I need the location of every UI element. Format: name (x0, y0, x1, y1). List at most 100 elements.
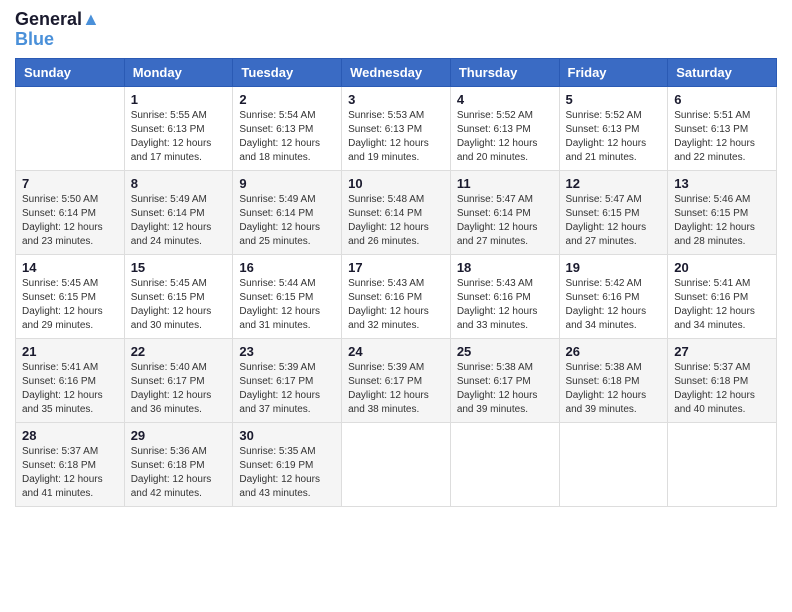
day-info: Sunrise: 5:45 AM Sunset: 6:15 PM Dayligh… (22, 277, 118, 333)
day-info: Sunrise: 5:41 AM Sunset: 6:16 PM Dayligh… (22, 361, 118, 417)
day-number: 4 (457, 92, 553, 107)
day-number: 7 (22, 176, 118, 191)
calendar-header-sunday: Sunday (16, 58, 125, 86)
day-info: Sunrise: 5:47 AM Sunset: 6:14 PM Dayligh… (457, 193, 553, 249)
day-number: 9 (239, 176, 335, 191)
logo-text-general: General▲ (15, 10, 100, 30)
day-number: 12 (566, 176, 662, 191)
calendar-cell: 28 Sunrise: 5:37 AM Sunset: 6:18 PM Dayli… (16, 422, 125, 506)
calendar-header-monday: Monday (124, 58, 233, 86)
day-number: 16 (239, 260, 335, 275)
calendar-cell: 26 Sunrise: 5:38 AM Sunset: 6:18 PM Dayli… (559, 338, 668, 422)
day-info: Sunrise: 5:49 AM Sunset: 6:14 PM Dayligh… (131, 193, 227, 249)
day-info: Sunrise: 5:49 AM Sunset: 6:14 PM Dayligh… (239, 193, 335, 249)
day-number: 6 (674, 92, 770, 107)
calendar-table: SundayMondayTuesdayWednesdayThursdayFrid… (15, 58, 777, 507)
calendar-week-row: 28 Sunrise: 5:37 AM Sunset: 6:18 PM Dayli… (16, 422, 777, 506)
day-info: Sunrise: 5:50 AM Sunset: 6:14 PM Dayligh… (22, 193, 118, 249)
day-number: 15 (131, 260, 227, 275)
calendar-cell: 23Sunrise: 5:39 AM Sunset: 6:17 PM Dayli… (233, 338, 342, 422)
calendar-cell: 25Sunrise: 5:38 AM Sunset: 6:17 PM Dayli… (450, 338, 559, 422)
calendar-cell: 4 Sunrise: 5:52 AM Sunset: 6:13 PM Daylig… (450, 86, 559, 170)
day-info: Sunrise: 5:45 AM Sunset: 6:15 PM Dayligh… (131, 277, 227, 333)
calendar-header-thursday: Thursday (450, 58, 559, 86)
day-info: Sunrise: 5:37 AM Sunset: 6:18 PM Dayligh… (674, 361, 770, 417)
calendar-cell: 24 Sunrise: 5:39 AM Sunset: 6:17 PM Dayli… (342, 338, 451, 422)
day-info: Sunrise: 5:41 AM Sunset: 6:16 PM Dayligh… (674, 277, 770, 333)
calendar-cell: 17Sunrise: 5:43 AM Sunset: 6:16 PM Dayli… (342, 254, 451, 338)
calendar-cell (16, 86, 125, 170)
calendar-cell: 15 Sunrise: 5:45 AM Sunset: 6:15 PM Dayli… (124, 254, 233, 338)
calendar-cell: 7 Sunrise: 5:50 AM Sunset: 6:14 PM Daylig… (16, 170, 125, 254)
calendar-cell (342, 422, 451, 506)
day-info: Sunrise: 5:42 AM Sunset: 6:16 PM Dayligh… (566, 277, 662, 333)
calendar-cell: 9 Sunrise: 5:49 AM Sunset: 6:14 PM Daylig… (233, 170, 342, 254)
calendar-header-friday: Friday (559, 58, 668, 86)
calendar-cell: 22 Sunrise: 5:40 AM Sunset: 6:17 PM Dayli… (124, 338, 233, 422)
day-number: 26 (566, 344, 662, 359)
day-number: 28 (22, 428, 118, 443)
day-number: 21 (22, 344, 118, 359)
calendar-week-row: 1 Sunrise: 5:55 AM Sunset: 6:13 PM Daylig… (16, 86, 777, 170)
day-info: Sunrise: 5:38 AM Sunset: 6:18 PM Dayligh… (566, 361, 662, 417)
calendar-cell (450, 422, 559, 506)
calendar-cell: 16 Sunrise: 5:44 AM Sunset: 6:15 PM Dayli… (233, 254, 342, 338)
day-number: 24 (348, 344, 444, 359)
day-info: Sunrise: 5:46 AM Sunset: 6:15 PM Dayligh… (674, 193, 770, 249)
day-number: 13 (674, 176, 770, 191)
day-info: Sunrise: 5:43 AM Sunset: 6:16 PM Dayligh… (348, 277, 444, 333)
day-info: Sunrise: 5:52 AM Sunset: 6:13 PM Dayligh… (457, 109, 553, 165)
day-number: 19 (566, 260, 662, 275)
calendar-week-row: 14Sunrise: 5:45 AM Sunset: 6:15 PM Dayli… (16, 254, 777, 338)
calendar-cell: 6 Sunrise: 5:51 AM Sunset: 6:13 PM Daylig… (668, 86, 777, 170)
day-info: Sunrise: 5:39 AM Sunset: 6:17 PM Dayligh… (348, 361, 444, 417)
day-number: 5 (566, 92, 662, 107)
day-number: 29 (131, 428, 227, 443)
calendar-cell: 20Sunrise: 5:41 AM Sunset: 6:16 PM Dayli… (668, 254, 777, 338)
day-info: Sunrise: 5:40 AM Sunset: 6:17 PM Dayligh… (131, 361, 227, 417)
day-number: 1 (131, 92, 227, 107)
calendar-cell (559, 422, 668, 506)
day-number: 23 (239, 344, 335, 359)
page-header: General▲ Blue (15, 10, 777, 50)
logo-text-blue: Blue (15, 29, 54, 49)
day-info: Sunrise: 5:48 AM Sunset: 6:14 PM Dayligh… (348, 193, 444, 249)
calendar-cell: 27 Sunrise: 5:37 AM Sunset: 6:18 PM Dayli… (668, 338, 777, 422)
calendar-cell: 18 Sunrise: 5:43 AM Sunset: 6:16 PM Dayli… (450, 254, 559, 338)
logo: General▲ Blue (15, 10, 100, 50)
calendar-cell: 5 Sunrise: 5:52 AM Sunset: 6:13 PM Daylig… (559, 86, 668, 170)
calendar-header-wednesday: Wednesday (342, 58, 451, 86)
day-info: Sunrise: 5:51 AM Sunset: 6:13 PM Dayligh… (674, 109, 770, 165)
day-number: 8 (131, 176, 227, 191)
day-number: 25 (457, 344, 553, 359)
calendar-cell: 21 Sunrise: 5:41 AM Sunset: 6:16 PM Dayli… (16, 338, 125, 422)
calendar-cell: 19 Sunrise: 5:42 AM Sunset: 6:16 PM Dayli… (559, 254, 668, 338)
day-number: 2 (239, 92, 335, 107)
calendar-body: 1 Sunrise: 5:55 AM Sunset: 6:13 PM Daylig… (16, 86, 777, 506)
day-info: Sunrise: 5:44 AM Sunset: 6:15 PM Dayligh… (239, 277, 335, 333)
day-number: 18 (457, 260, 553, 275)
day-number: 10 (348, 176, 444, 191)
day-info: Sunrise: 5:55 AM Sunset: 6:13 PM Dayligh… (131, 109, 227, 165)
calendar-cell: 11Sunrise: 5:47 AM Sunset: 6:14 PM Dayli… (450, 170, 559, 254)
calendar-cell: 30 Sunrise: 5:35 AM Sunset: 6:19 PM Dayli… (233, 422, 342, 506)
logo-triangle-shape: ▲ (82, 9, 100, 29)
calendar-cell: 10 Sunrise: 5:48 AM Sunset: 6:14 PM Dayli… (342, 170, 451, 254)
calendar-header-row: SundayMondayTuesdayWednesdayThursdayFrid… (16, 58, 777, 86)
day-info: Sunrise: 5:53 AM Sunset: 6:13 PM Dayligh… (348, 109, 444, 165)
day-info: Sunrise: 5:35 AM Sunset: 6:19 PM Dayligh… (239, 445, 335, 501)
day-info: Sunrise: 5:36 AM Sunset: 6:18 PM Dayligh… (131, 445, 227, 501)
day-info: Sunrise: 5:43 AM Sunset: 6:16 PM Dayligh… (457, 277, 553, 333)
day-number: 27 (674, 344, 770, 359)
day-info: Sunrise: 5:52 AM Sunset: 6:13 PM Dayligh… (566, 109, 662, 165)
calendar-cell: 8 Sunrise: 5:49 AM Sunset: 6:14 PM Daylig… (124, 170, 233, 254)
calendar-cell (668, 422, 777, 506)
calendar-cell: 3Sunrise: 5:53 AM Sunset: 6:13 PM Daylig… (342, 86, 451, 170)
day-info: Sunrise: 5:54 AM Sunset: 6:13 PM Dayligh… (239, 109, 335, 165)
day-info: Sunrise: 5:37 AM Sunset: 6:18 PM Dayligh… (22, 445, 118, 501)
day-number: 22 (131, 344, 227, 359)
calendar-cell: 2 Sunrise: 5:54 AM Sunset: 6:13 PM Daylig… (233, 86, 342, 170)
calendar-cell: 14Sunrise: 5:45 AM Sunset: 6:15 PM Dayli… (16, 254, 125, 338)
calendar-cell: 29 Sunrise: 5:36 AM Sunset: 6:18 PM Dayli… (124, 422, 233, 506)
day-number: 30 (239, 428, 335, 443)
